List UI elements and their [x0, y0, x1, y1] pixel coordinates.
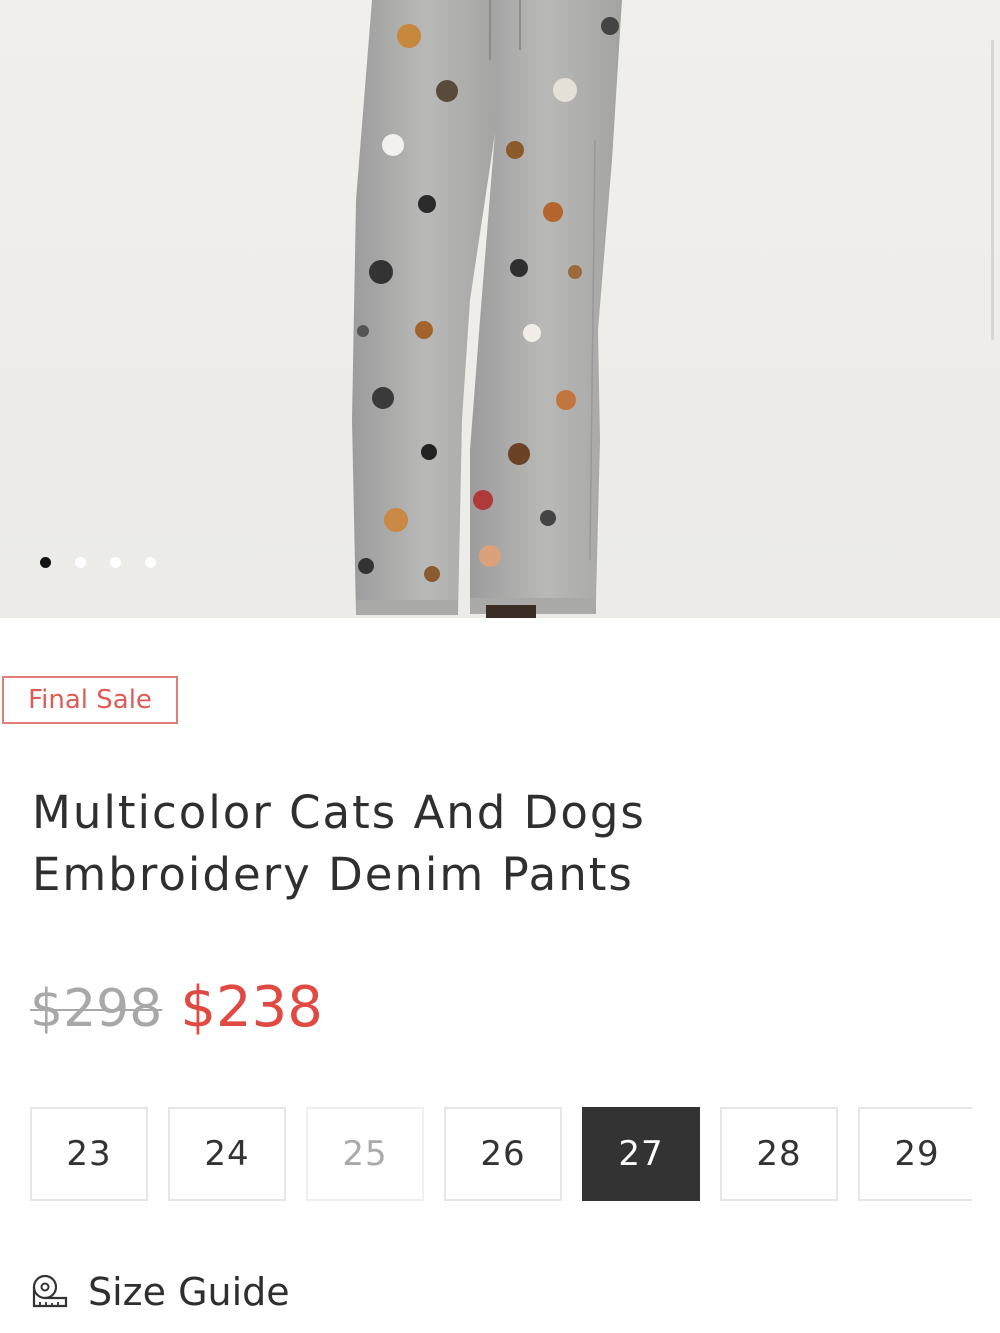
carousel-dot[interactable]: [75, 557, 86, 568]
product-title-line: Embroidery Denim Pants: [32, 848, 634, 901]
tape-measure-icon: [32, 1274, 68, 1308]
product-image-carousel[interactable]: [0, 0, 1000, 618]
price-block: $298 $238: [30, 975, 323, 1040]
size-option-27[interactable]: 27: [582, 1107, 700, 1201]
size-selector: 23 24 25 26 27 28 29: [30, 1107, 972, 1203]
size-guide-label: Size Guide: [88, 1270, 290, 1314]
original-price: $298: [30, 979, 163, 1039]
final-sale-badge: Final Sale: [2, 676, 178, 724]
size-option-29[interactable]: 29: [858, 1107, 972, 1201]
product-title: Multicolor Cats And Dogs Embroidery Deni…: [32, 782, 792, 906]
carousel-dot[interactable]: [110, 557, 121, 568]
size-option-26[interactable]: 26: [444, 1107, 562, 1201]
carousel-dot[interactable]: [40, 557, 51, 568]
size-option-23[interactable]: 23: [30, 1107, 148, 1201]
image-scrollbar[interactable]: [991, 40, 994, 340]
carousel-dot[interactable]: [145, 557, 156, 568]
size-option-28[interactable]: 28: [720, 1107, 838, 1201]
size-guide-link[interactable]: Size Guide: [30, 1270, 290, 1314]
sale-price: $238: [180, 975, 323, 1040]
carousel-pagination[interactable]: [40, 557, 156, 568]
product-photo: [352, 0, 622, 618]
product-title-line: Multicolor Cats And Dogs: [32, 786, 646, 839]
size-option-25[interactable]: 25: [306, 1107, 424, 1201]
size-option-24[interactable]: 24: [168, 1107, 286, 1201]
